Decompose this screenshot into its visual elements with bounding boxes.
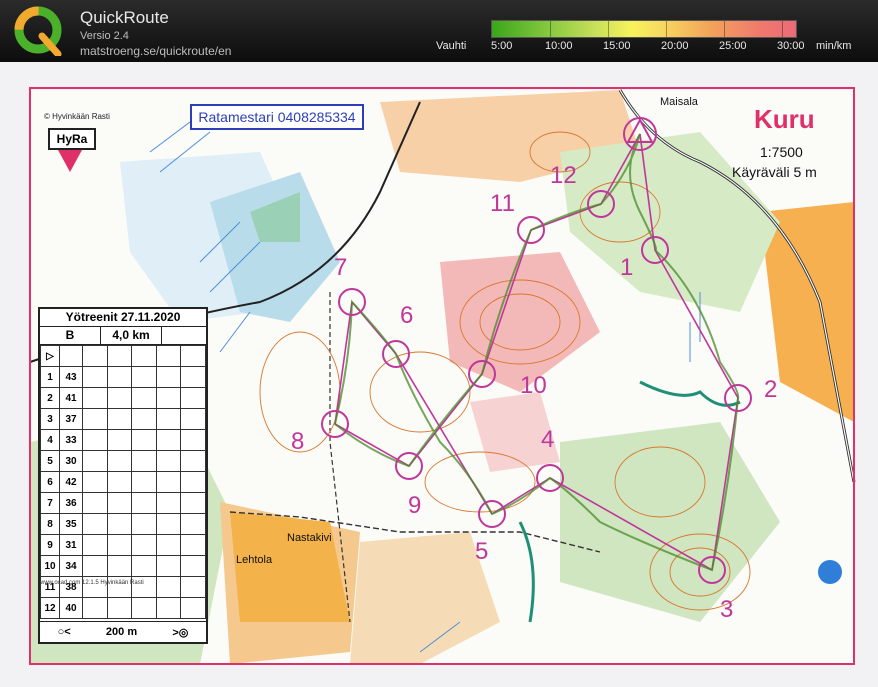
orienteering-map[interactable]: © Hyvinkään Rasti HyRa Ratamestari 04082… <box>0 62 878 687</box>
table-row: 5 30 <box>40 450 206 472</box>
map-area-title: Kuru <box>754 104 815 134</box>
app-url: matstroeng.se/quickroute/en <box>80 44 232 58</box>
table-row: 4 33 <box>40 429 206 451</box>
control-label: 6 <box>400 302 414 329</box>
pace-tick: 15:00 <box>603 40 631 52</box>
control-label: 3 <box>720 596 734 623</box>
control-label: 11 <box>490 190 515 217</box>
place-name: Maisala <box>660 96 698 108</box>
control-label: 9 <box>408 492 422 519</box>
control-table: ▷ 1 43 2 41 3 37 4 33 5 30 6 42 7 36 8 35 9 31 10… <box>40 345 206 619</box>
finish-distance: 200 m <box>105 626 138 638</box>
place-name: Nastakivi <box>287 532 332 544</box>
control-label: 1 <box>620 254 634 281</box>
pace-color-scale <box>491 20 797 38</box>
club-logo-triangle-icon <box>58 150 82 172</box>
control-label: 12 <box>550 162 577 189</box>
start-triangle-icon: ▷ <box>40 345 60 367</box>
pace-tick: 20:00 <box>661 40 689 52</box>
table-row: 9 31 <box>40 534 206 556</box>
control-label: 10 <box>520 372 547 399</box>
app-version: Versio 2.4 <box>80 30 129 42</box>
app-header: QuickRoute Versio 2.4 matstroeng.se/quic… <box>0 0 878 62</box>
contour-interval: Käyräväli 5 m <box>732 164 817 180</box>
pace-tick: 30:00 <box>777 40 805 52</box>
table-row: 1 43 <box>40 366 206 388</box>
control-label: 8 <box>291 428 305 455</box>
control-label: 5 <box>475 538 489 565</box>
table-row: 12 40 <box>40 597 206 619</box>
map-fine-print: www.ocad.com 12.1.5 Hyvinkään Rasti <box>40 580 144 586</box>
pace-label: Vauhti <box>436 40 467 52</box>
control-label: 4 <box>541 426 555 453</box>
app-title: QuickRoute <box>80 8 169 27</box>
course-class: B <box>40 327 101 344</box>
pace-unit: min/km <box>816 40 852 52</box>
table-row: 2 41 <box>40 387 206 409</box>
start-row: ▷ <box>40 345 206 367</box>
finish-row: ○< 200 m >◎ <box>40 621 206 642</box>
table-row: 10 34 <box>40 555 206 577</box>
pace-tick: 5:00 <box>491 40 513 52</box>
course-info: B 4,0 km <box>40 327 206 345</box>
place-name: Lehtola <box>236 554 273 566</box>
course-length: 4,0 km <box>101 327 162 344</box>
club-logo: HyRa <box>44 126 96 178</box>
event-title: Yötreenit 27.11.2020 <box>40 309 206 327</box>
quickroute-logo-icon <box>14 6 62 56</box>
control-label: 2 <box>764 376 778 403</box>
table-row: 3 37 <box>40 408 206 430</box>
map-scale: 1:7500 <box>760 144 803 160</box>
finish-circle-icon: >◎ <box>172 626 189 639</box>
pace-tick: 25:00 <box>719 40 747 52</box>
finish-start-icon: ○< <box>57 626 71 638</box>
control-label: 7 <box>334 254 348 281</box>
course-setter-box: Ratamestari 0408285334 <box>190 104 364 130</box>
table-row: 6 42 <box>40 471 206 493</box>
pace-tick: 10:00 <box>545 40 573 52</box>
map-copyright: © Hyvinkään Rasti <box>44 112 110 121</box>
control-description-sheet: Yötreenit 27.11.2020 B 4,0 km ▷ 1 43 2 41 … <box>38 307 208 644</box>
table-row: 7 36 <box>40 492 206 514</box>
table-row: 8 35 <box>40 513 206 535</box>
